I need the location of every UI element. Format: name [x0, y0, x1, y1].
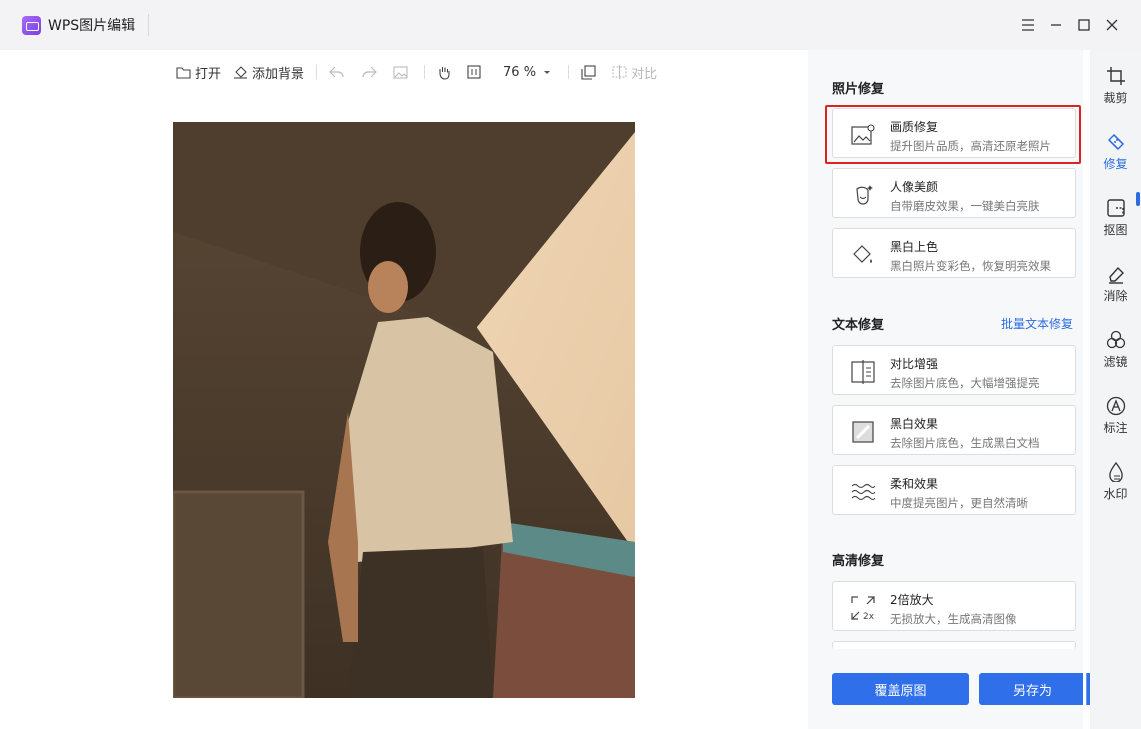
soft-effect-card[interactable]: 柔和效果 中度提亮图片，更自然清晰 [832, 465, 1076, 515]
tool-sidebar: 裁剪 修复 抠图 消除 滤镜 标注 水印 [1090, 50, 1141, 729]
portrait-beauty-card[interactable]: 人像美颜 自带磨皮效果，一键美白亮肤 [832, 168, 1076, 218]
maximize-icon[interactable] [1072, 13, 1096, 37]
text-repair-title: 文本修复 [832, 318, 885, 333]
redo-button[interactable] [361, 65, 381, 79]
add-background-button[interactable]: 添加背景 [233, 63, 304, 82]
upscale-icon-text: 2x [863, 612, 875, 621]
sidebar-item-watermark[interactable]: 水印 [1090, 462, 1141, 522]
copy-button[interactable] [581, 64, 600, 80]
repair-icon [1107, 134, 1124, 150]
crop-icon [1106, 67, 1125, 85]
sidebar-item-repair[interactable]: 修复 [1090, 132, 1141, 192]
card-desc: 去除图片底色，生成黑白文档 [890, 436, 1040, 450]
face-beauty-icon [849, 181, 877, 209]
card-desc: 自带磨皮效果，一键美白亮肤 [890, 199, 1040, 213]
actual-size-button[interactable] [467, 65, 485, 79]
cutout-icon [1106, 199, 1125, 217]
open-label: 打开 [195, 66, 222, 82]
toolbar-divider [568, 65, 570, 79]
toolbar-divider [316, 65, 318, 79]
undo-icon [329, 66, 344, 78]
card-desc: 中度提亮图片，更自然清晰 [890, 496, 1028, 510]
sidebar-item-label: 裁剪 [1103, 91, 1128, 105]
sidebar-item-erase[interactable]: 消除 [1090, 264, 1141, 324]
paint-bucket-icon [849, 241, 877, 269]
selection-highlight [825, 105, 1081, 164]
image-toolbar: 打开 添加背景 76 % 对比 [176, 62, 669, 82]
black-white-card[interactable]: 黑白效果 去除图片底色，生成黑白文档 [832, 405, 1076, 455]
sidebar-item-label: 滤镜 [1103, 355, 1128, 369]
hd-repair-title: 高清修复 [832, 554, 885, 569]
caret-down-icon [544, 71, 551, 74]
watermark-icon [1108, 462, 1123, 482]
open-button[interactable]: 打开 [176, 63, 221, 82]
toolbar-divider [424, 65, 426, 79]
sidebar-item-annotate[interactable]: 标注 [1090, 396, 1141, 456]
sidebar-item-crop[interactable]: 裁剪 [1090, 66, 1141, 126]
save-as-button[interactable]: 另存为 [979, 673, 1083, 705]
card-title: 黑白上色 [890, 240, 939, 254]
upscale-2x-card[interactable]: 2x 2倍放大 无损放大，生成高清图像 [832, 581, 1076, 631]
sidebar-item-label: 水印 [1103, 487, 1128, 501]
wps-logo-icon [22, 16, 41, 35]
zoom-value: 76 % [503, 64, 537, 80]
sidebar-item-label: 抠图 [1103, 223, 1128, 237]
image-button[interactable] [393, 65, 412, 79]
image-icon [393, 65, 408, 79]
pan-button[interactable] [437, 65, 455, 80]
contrast-icon [849, 358, 877, 386]
menu-icon[interactable] [1016, 13, 1040, 37]
eraser-icon [1108, 266, 1124, 284]
folder-icon [176, 66, 191, 79]
compare-label: 对比 [631, 66, 658, 82]
zoom-dropdown[interactable]: 76 % [503, 65, 556, 80]
redo-icon [362, 66, 377, 78]
contrast-enhance-card[interactable]: 对比增强 去除图片底色，大幅增强提亮 [832, 345, 1076, 395]
close-icon[interactable] [1100, 13, 1124, 37]
black-white-icon [849, 418, 877, 446]
title-bar: WPS图片编辑 [0, 0, 1141, 50]
card-title: 黑白效果 [890, 417, 939, 431]
card-title: 2倍放大 [890, 593, 934, 607]
edited-photo [173, 122, 635, 698]
compare-icon [612, 65, 627, 79]
copy-icon [581, 64, 596, 80]
next-card-partial [832, 641, 1076, 649]
batch-text-repair-link[interactable]: 批量文本修复 [1001, 315, 1073, 332]
card-title: 人像美颜 [890, 180, 939, 194]
title-divider [148, 14, 149, 36]
hand-icon [439, 66, 450, 80]
undo-button[interactable] [329, 65, 349, 79]
card-title: 柔和效果 [890, 477, 939, 491]
card-desc: 无损放大，生成高清图像 [890, 612, 1017, 626]
image-canvas: 打开 添加背景 76 % 对比 [0, 50, 808, 729]
soft-wave-icon [849, 478, 877, 506]
minimize-icon[interactable] [1044, 13, 1068, 37]
sidebar-item-cutout[interactable]: 抠图 [1090, 198, 1141, 258]
annotate-icon [1106, 396, 1125, 416]
filter-icon [1106, 330, 1125, 349]
overwrite-button[interactable]: 覆盖原图 [832, 673, 969, 705]
sidebar-item-filter[interactable]: 滤镜 [1090, 330, 1141, 390]
app-title: WPS图片编辑 [48, 18, 136, 34]
add-background-label: 添加背景 [252, 66, 305, 82]
card-title: 对比增强 [890, 357, 939, 371]
sidebar-item-label: 修复 [1103, 157, 1128, 171]
card-desc: 黑白照片变彩色，恢复明亮效果 [890, 259, 1051, 273]
compare-button[interactable]: 对比 [612, 63, 657, 82]
upscale-icon: 2x [849, 594, 877, 622]
card-desc: 去除图片底色，大幅增强提亮 [890, 376, 1040, 390]
paint-bucket-icon [234, 66, 248, 79]
colorize-card[interactable]: 黑白上色 黑白照片变彩色，恢复明亮效果 [832, 228, 1076, 278]
sidebar-item-label: 标注 [1103, 421, 1128, 435]
sidebar-item-label: 消除 [1103, 289, 1128, 303]
photo-repair-title: 照片修复 [832, 82, 885, 97]
actual-size-icon [467, 65, 481, 79]
